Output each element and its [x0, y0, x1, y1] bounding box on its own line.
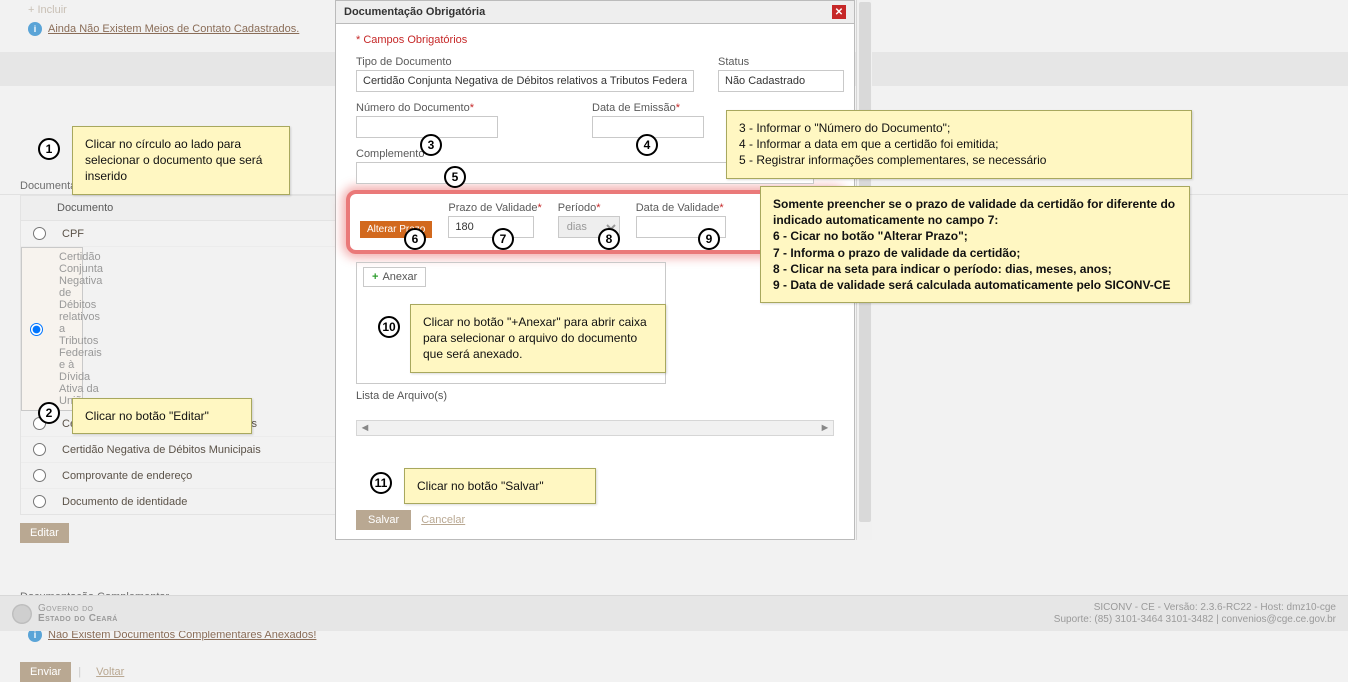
doc-label: Certidão Conjunta Negativa de Débitos re…	[59, 251, 103, 407]
modal-titlebar: Documentação Obrigatória ✕	[336, 1, 854, 24]
callout-number-4: 4	[636, 134, 658, 156]
horizontal-scrollbar[interactable]: ◄ ►	[356, 420, 834, 436]
callout-6-9: Somente preencher se o prazo de validade…	[760, 186, 1190, 303]
doc-table: Documento CPF Certidão Conjunta Negativa …	[20, 195, 340, 515]
modal-title-text: Documentação Obrigatória	[344, 6, 485, 18]
callout-1: Clicar no círculo ao lado para seleciona…	[72, 126, 290, 195]
plus-icon: +	[372, 271, 378, 283]
callout-2: Clicar no botão "Editar"	[72, 398, 252, 434]
label-data-emissao: Data de Emissão*	[592, 102, 704, 114]
lista-arquivos-label: Lista de Arquivo(s)	[356, 390, 834, 402]
cancelar-link[interactable]: Cancelar	[421, 514, 465, 526]
doc-radio[interactable]	[33, 227, 46, 240]
doc-label: Certidão Negativa de Débitos Municipais	[62, 444, 261, 456]
footer-gov1: Governo do	[38, 604, 118, 614]
label-periodo: Período*	[558, 202, 620, 214]
label-tipo-doc: Tipo de Documento	[356, 56, 694, 68]
tipo-doc-field	[356, 70, 694, 92]
footer-gov2: Estado do Ceará	[38, 614, 118, 624]
callout-number-2: 2	[38, 402, 60, 424]
callout-number-5: 5	[444, 166, 466, 188]
footer: Governo do Estado do Ceará SICONV - CE -…	[0, 595, 1348, 631]
callout-number-11: 11	[370, 472, 392, 494]
salvar-button[interactable]: Salvar	[356, 510, 411, 530]
footer-right: SICONV - CE - Versão: 2.3.6-RC22 - Host:…	[1054, 602, 1336, 626]
doc-row[interactable]: Certidão Conjunta Negativa de Débitos re…	[21, 247, 83, 411]
label-prazo-validade: Prazo de Validade*	[448, 202, 541, 214]
doc-label: Documento de identidade	[62, 496, 187, 508]
doc-table-header: Documento	[21, 196, 339, 221]
bottom-buttons: Enviar | Voltar	[0, 648, 1348, 682]
doc-radio[interactable]	[30, 323, 43, 336]
callout-10: Clicar no botão "+Anexar" para abrir cai…	[410, 304, 666, 373]
doc-row[interactable]: Comprovante de endereço	[21, 463, 339, 489]
label-status: Status	[718, 56, 844, 68]
callout-number-9: 9	[698, 228, 720, 250]
doc-row[interactable]: Documento de identidade	[21, 489, 339, 514]
doc-radio[interactable]	[33, 495, 46, 508]
callout-number-8: 8	[598, 228, 620, 250]
scroll-left-icon[interactable]: ◄	[357, 421, 373, 435]
prazo-validade-input[interactable]	[448, 216, 534, 238]
footer-version: SICONV - CE - Versão: 2.3.6-RC22 - Host:…	[1054, 602, 1336, 614]
footer-support: Suporte: (85) 3101-3464 3101-3482 | conv…	[1054, 614, 1336, 626]
label-numero-doc: Número do Documento*	[356, 102, 498, 114]
callout-number-6: 6	[404, 228, 426, 250]
callout-number-1: 1	[38, 138, 60, 160]
campos-obrigatorios-note: * Campos Obrigatórios	[356, 34, 834, 46]
voltar-link[interactable]: Voltar	[96, 666, 124, 678]
doc-radio[interactable]	[33, 469, 46, 482]
enviar-button[interactable]: Enviar	[20, 662, 71, 682]
scroll-right-icon[interactable]: ►	[817, 421, 833, 435]
doc-row[interactable]: CPF	[21, 221, 339, 247]
info-icon: i	[28, 22, 42, 36]
anexar-label: Anexar	[382, 271, 417, 283]
gov-seal-icon	[12, 604, 32, 624]
callout-number-10: 10	[378, 316, 400, 338]
footer-left: Governo do Estado do Ceará	[12, 604, 118, 624]
close-icon[interactable]: ✕	[832, 5, 846, 19]
doc-radio[interactable]	[33, 443, 46, 456]
doc-label: CPF	[62, 228, 84, 240]
callout-3-5: 3 - Informar o "Número do Documento"; 4 …	[726, 110, 1192, 179]
callout-11: Clicar no botão "Salvar"	[404, 468, 596, 504]
status-field	[718, 70, 844, 92]
doc-row[interactable]: Certidão Negativa de Débitos Municipais	[21, 437, 339, 463]
callout-number-3: 3	[420, 134, 442, 156]
editar-button[interactable]: Editar	[20, 523, 69, 543]
callout-number-7: 7	[492, 228, 514, 250]
label-data-validade: Data de Validade*	[636, 202, 726, 214]
doc-label: Comprovante de endereço	[62, 470, 192, 482]
info-contato-text: Ainda Não Existem Meios de Contato Cadas…	[48, 23, 299, 35]
anexar-button[interactable]: + Anexar	[363, 267, 426, 287]
